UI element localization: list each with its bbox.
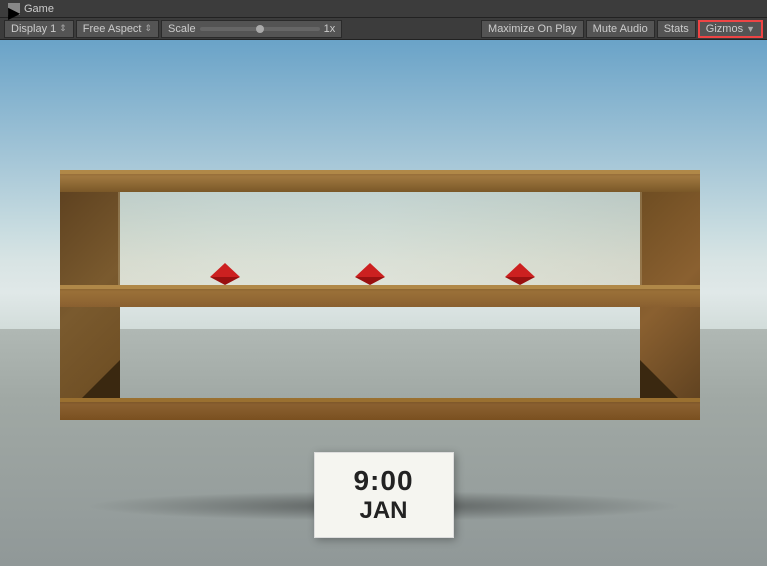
gizmos-label: Gizmos	[706, 23, 743, 35]
maximize-button[interactable]: Maximize On Play	[481, 20, 584, 38]
gem-3	[505, 263, 535, 285]
shelf-bottom-board	[60, 398, 700, 420]
gem-top	[355, 263, 385, 277]
shelf-middle-board	[60, 285, 700, 307]
display-chevron: ⇕	[59, 23, 67, 34]
scale-control[interactable]: Scale 1x	[161, 20, 342, 38]
gem-2	[355, 263, 385, 285]
stats-label: Stats	[664, 23, 689, 35]
gem-bottom	[210, 277, 240, 285]
sign-month: JAN	[359, 497, 407, 525]
aspect-chevron: ⇕	[145, 23, 153, 34]
gem-bottom	[355, 277, 385, 285]
gem-bottom	[505, 277, 535, 285]
gem-1	[210, 263, 240, 285]
gizmos-chevron: ▼	[746, 24, 755, 34]
aspect-label: Free Aspect	[83, 23, 142, 35]
aspect-selector[interactable]: Free Aspect ⇕	[76, 20, 159, 38]
title-bar: ▶ Game	[0, 0, 767, 18]
time-sign: 9:00 JAN	[314, 452, 454, 538]
shelf-unit	[60, 170, 700, 450]
shelf-top-board	[60, 170, 700, 192]
scale-slider[interactable]	[200, 27, 320, 31]
game-icon: ▶	[8, 3, 20, 15]
window-title: Game	[24, 3, 54, 15]
game-view: 9:00 JAN	[0, 40, 767, 566]
maximize-label: Maximize On Play	[488, 23, 577, 35]
mute-button[interactable]: Mute Audio	[586, 20, 655, 38]
gem-top	[505, 263, 535, 277]
gizmos-button[interactable]: Gizmos ▼	[698, 20, 763, 38]
stats-button[interactable]: Stats	[657, 20, 696, 38]
display-selector[interactable]: Display 1 ⇕	[4, 20, 74, 38]
scale-label: Scale	[168, 23, 196, 35]
scale-value: 1x	[324, 23, 336, 35]
scale-thumb[interactable]	[256, 25, 264, 33]
display-label: Display 1	[11, 23, 56, 35]
gem-top	[210, 263, 240, 277]
mute-label: Mute Audio	[593, 23, 648, 35]
sign-time: 9:00	[353, 465, 413, 497]
toolbar: Display 1 ⇕ Free Aspect ⇕ Scale 1x Maxim…	[0, 18, 767, 40]
